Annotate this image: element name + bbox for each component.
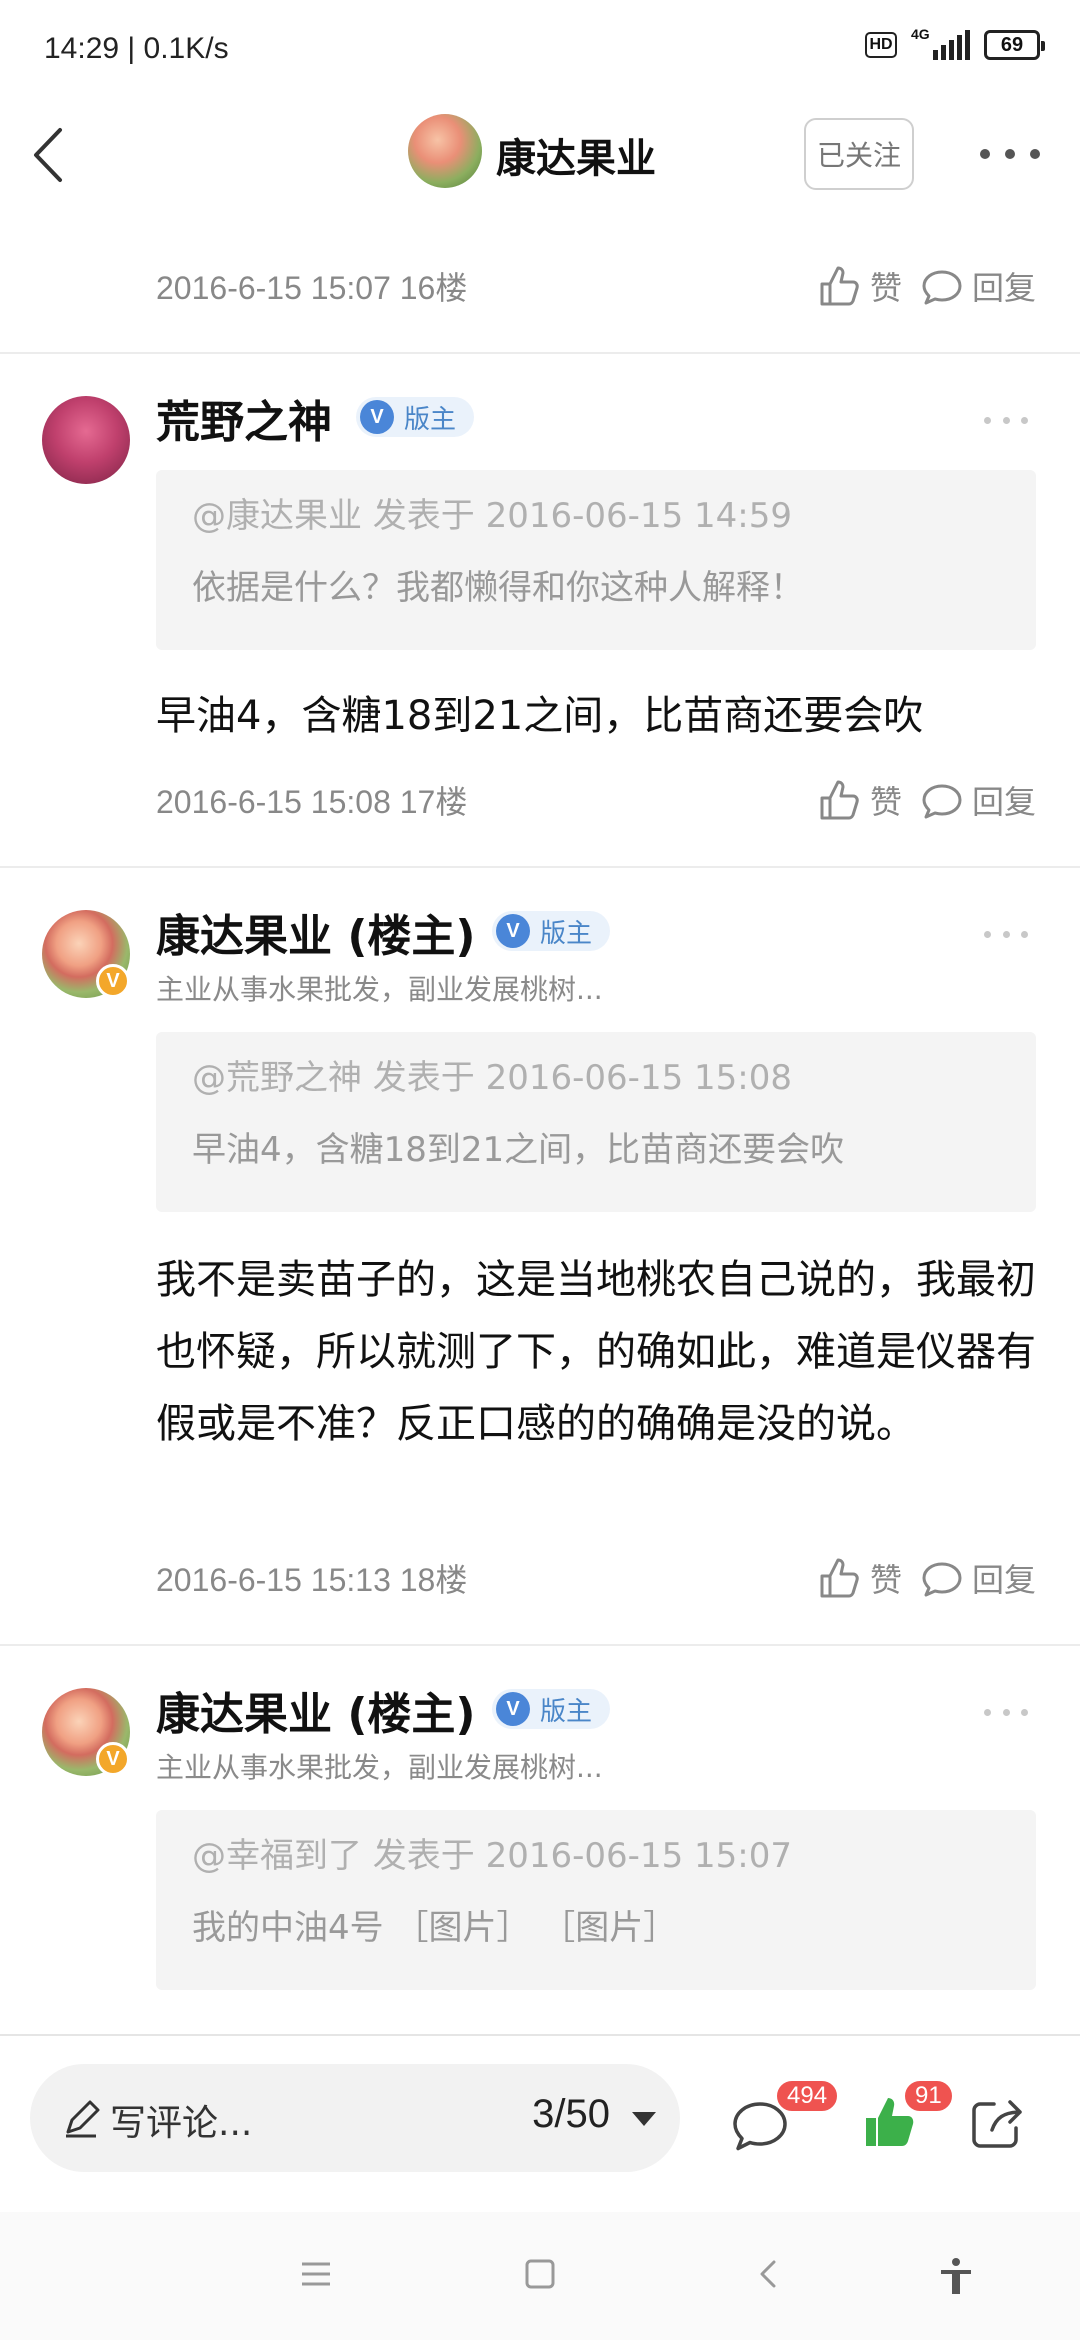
thumb-up-icon (820, 780, 859, 820)
more-dots-icon (984, 416, 991, 424)
comment-placeholder: 写评论... (110, 2103, 253, 2144)
follow-button[interactable]: 已关注 (804, 118, 914, 190)
moderator-label: 版主 (404, 404, 457, 435)
quoted-reply[interactable]: @幸福到了 发表于 2016-06-15 15:07 我的中油4号 ［图片］ ［… (156, 1810, 1036, 1990)
divider (0, 352, 1080, 354)
quote-body: 依据是什么？我都懒得和你这种人解释！ (192, 568, 804, 608)
page-title[interactable]: 康达果业 (496, 126, 656, 184)
post-footer-18: 2016-6-15 15:13 18楼 赞 回复 (156, 1548, 1036, 1608)
divider (0, 866, 1080, 868)
post-date-floor: 2016-6-15 15:08 17楼 (156, 784, 468, 820)
nav-accessibility-button[interactable] (936, 2256, 976, 2300)
verified-icon: V (496, 1692, 530, 1726)
battery-icon: 69 (984, 30, 1045, 60)
share-button[interactable] (970, 2096, 1026, 2156)
reply-button[interactable]: 回复 (920, 1555, 1036, 1601)
menu-icon (302, 2262, 330, 2286)
verified-icon: V (96, 1742, 130, 1776)
share-icon (972, 2100, 1022, 2148)
quote-header: @幸福到了 发表于 2016-06-15 15:07 (192, 1836, 792, 1876)
nav-home-button[interactable] (522, 2256, 558, 2296)
post-date-floor: 2016-6-15 15:13 18楼 (156, 1562, 468, 1598)
signal-icon: 4G (911, 26, 970, 60)
speech-bubble-icon (922, 1562, 962, 1597)
page-indicator[interactable]: 3/50 (532, 2092, 610, 2137)
pen-icon (66, 2100, 100, 2138)
verified-icon: V (360, 400, 394, 434)
comment-count-badge: 494 (774, 2078, 841, 2114)
verified-icon: V (496, 914, 530, 948)
thumb-up-icon (820, 1558, 859, 1598)
network-type: 4G (911, 26, 930, 42)
reply-button[interactable]: 回复 (920, 263, 1036, 309)
post-more-button[interactable] (984, 924, 1028, 944)
more-options-button[interactable] (980, 134, 1040, 174)
status-icons: HD 4G 69 (865, 26, 1045, 60)
status-time-speed: 14:29 | 0.1K/s (44, 32, 229, 65)
like-count-badge: 91 (902, 2078, 955, 2114)
quoted-reply[interactable]: @康达果业 发表于 2016-06-15 14:59 依据是什么？我都懒得和你这… (156, 470, 1036, 650)
more-dots-icon (984, 1708, 991, 1716)
accessibility-icon (941, 2258, 971, 2294)
like-button[interactable]: 赞 (818, 1555, 902, 1601)
divider (0, 1644, 1080, 1646)
post-more-button[interactable] (984, 410, 1028, 430)
more-dots-icon (980, 149, 990, 159)
back-arrow-icon (34, 128, 62, 182)
header-avatar[interactable] (408, 114, 482, 188)
moderator-badge: V 版主 (492, 911, 611, 951)
quote-body: 我的中油4号 ［图片］ ［图片］ (192, 1908, 678, 1948)
author-bio: 主业从事水果批发，副业发展桃树... (156, 973, 603, 1006)
quote-header: @康达果业 发表于 2016-06-15 14:59 (192, 496, 792, 536)
moderator-badge: V 版主 (492, 1689, 611, 1729)
reply-button[interactable]: 回复 (920, 777, 1036, 823)
top-header: 康达果业 已关注 (0, 100, 1080, 210)
post-more-button[interactable] (984, 1702, 1028, 1722)
author-bio: 主业从事水果批发，副业发展桃树... (156, 1751, 603, 1784)
post-footer-16: 2016-6-15 15:07 16楼 赞 回复 (156, 256, 1036, 316)
comment-input[interactable]: 写评论... 3/50 (30, 2064, 680, 2172)
more-dots-icon (984, 930, 991, 938)
chevron-down-icon[interactable] (632, 2112, 656, 2126)
like-label: 赞 (869, 783, 902, 821)
post-body: 早油4，含糖18到21之间，比苗商还要会吹 (156, 693, 924, 739)
like-button[interactable]: 赞 (818, 263, 902, 309)
status-bar: 14:29 | 0.1K/s HD 4G 69 (0, 0, 1080, 100)
hd-icon: HD (865, 32, 897, 58)
system-navigation-bar (0, 2212, 1080, 2340)
like-button[interactable]: 赞 (818, 777, 902, 823)
quoted-reply[interactable]: @荒野之神 发表于 2016-06-15 15:08 早油4，含糖18到21之间… (156, 1032, 1036, 1212)
quote-header: @荒野之神 发表于 2016-06-15 15:08 (192, 1058, 792, 1098)
reply-label: 回复 (971, 1561, 1036, 1599)
post-footer-17: 2016-6-15 15:08 17楼 赞 回复 (156, 770, 1036, 830)
post-author[interactable]: 康达果业 (楼主) (156, 1678, 476, 1742)
quote-body: 早油4，含糖18到21之间，比苗商还要会吹 (192, 1130, 845, 1170)
reply-label: 回复 (971, 269, 1036, 307)
reply-label: 回复 (971, 783, 1036, 821)
like-label: 赞 (869, 1561, 902, 1599)
nav-back-button[interactable] (752, 2256, 788, 2296)
bottom-action-bar: 写评论... 3/50 494 91 (0, 2034, 1080, 2210)
speech-bubble-icon (922, 270, 962, 305)
nav-menu-button[interactable] (298, 2256, 334, 2296)
post-body: 我不是卖苗子的，这是当地桃农自己说的，我最初也怀疑，所以就测了下，的确如此，难道… (156, 1257, 1036, 1447)
post-date-floor: 2016-6-15 15:07 16楼 (156, 270, 468, 306)
moderator-label: 版主 (540, 1696, 593, 1727)
moderator-badge: V 版主 (356, 397, 475, 437)
back-arrow-icon (760, 2260, 776, 2288)
like-label: 赞 (869, 269, 902, 307)
home-square-icon (525, 2259, 555, 2289)
speech-bubble-icon (922, 784, 962, 819)
verified-icon: V (96, 964, 130, 998)
back-button[interactable] (20, 120, 90, 190)
post-author[interactable]: 康达果业 (楼主) (156, 900, 476, 964)
avatar[interactable] (42, 396, 130, 484)
post-author[interactable]: 荒野之神 (156, 386, 332, 450)
moderator-label: 版主 (540, 918, 593, 949)
thumb-up-icon (820, 266, 859, 306)
